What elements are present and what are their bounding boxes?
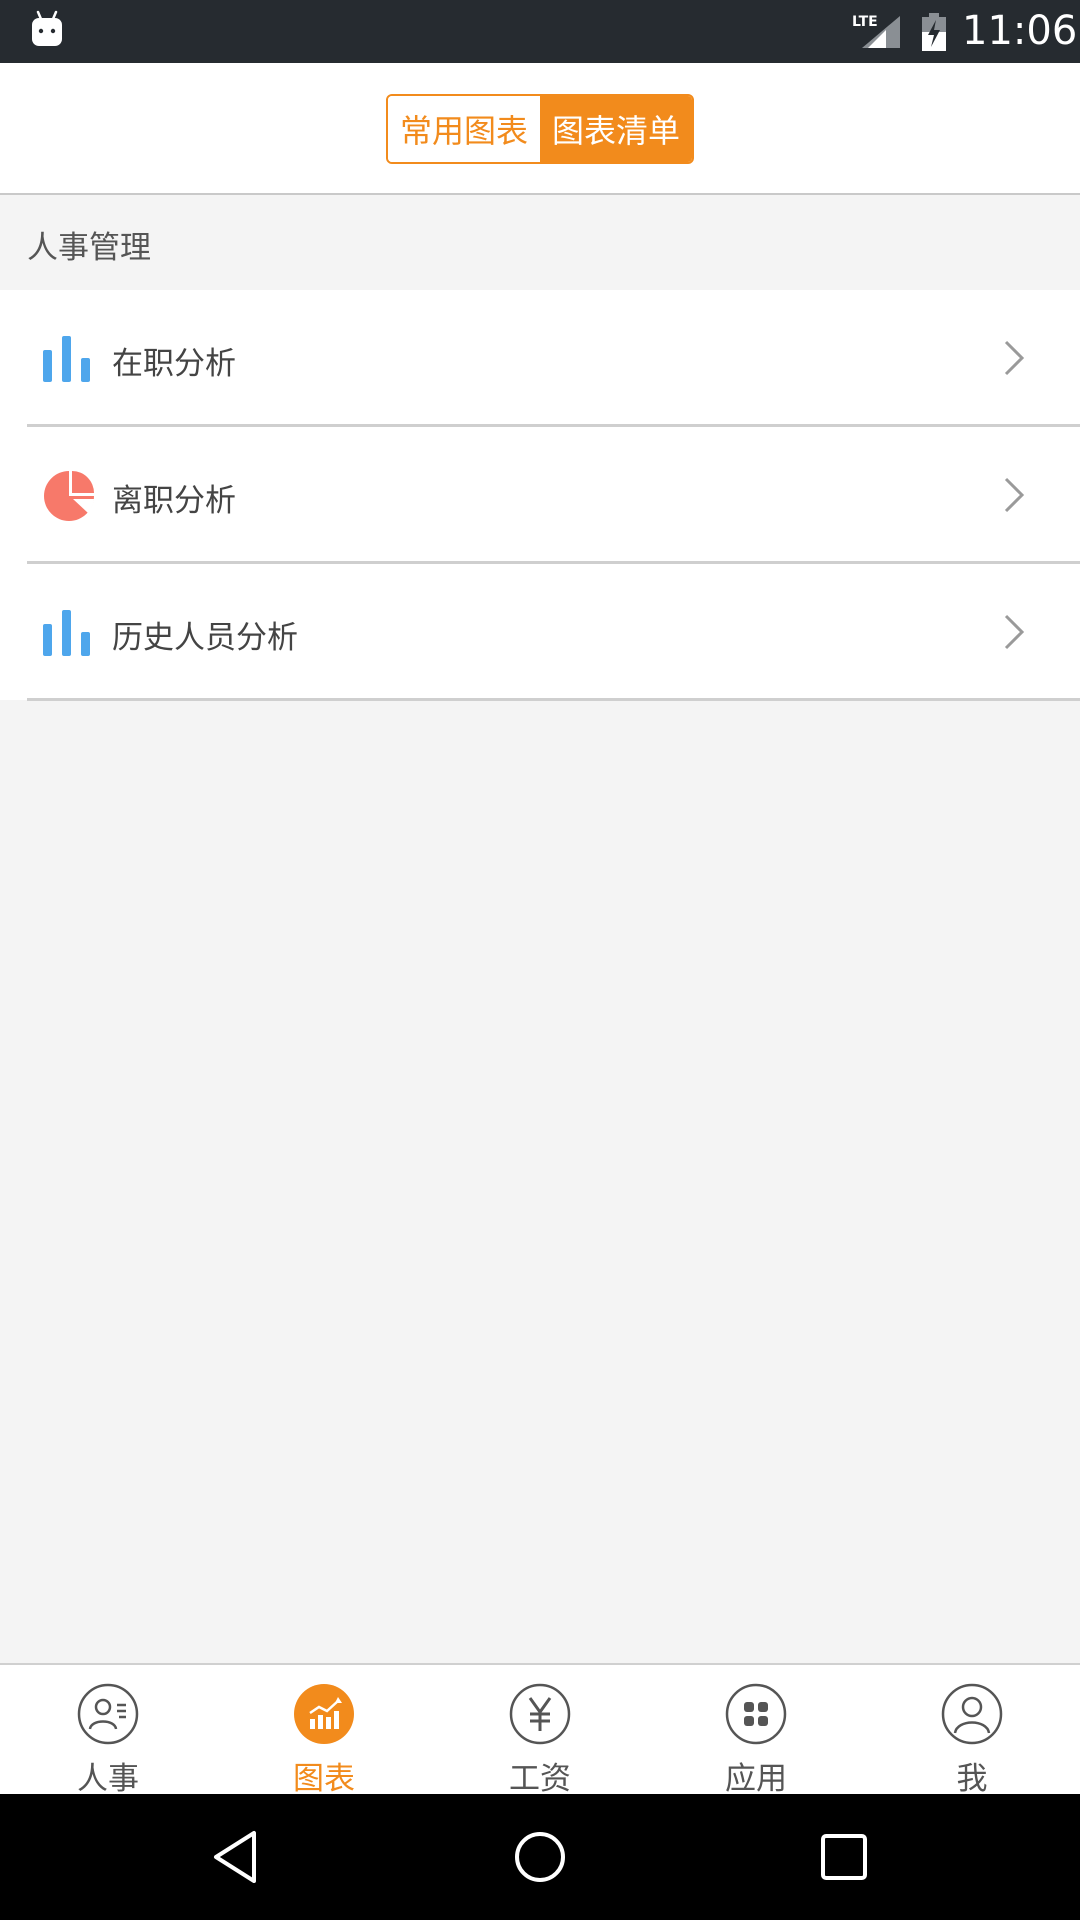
list-item-active-analysis[interactable]: 在职分析 xyxy=(0,290,1080,427)
nav-item-personnel[interactable]: 人事 xyxy=(0,1665,216,1797)
chevron-right-icon xyxy=(1004,477,1025,513)
status-clock: 11:06 xyxy=(962,8,1078,54)
nav-item-apps[interactable]: 应用 xyxy=(648,1665,864,1797)
battery-charging-icon xyxy=(922,13,946,51)
nav-label: 应用 xyxy=(725,1761,787,1797)
recents-icon[interactable] xyxy=(814,1827,874,1887)
nav-item-charts[interactable]: 图表 xyxy=(216,1665,432,1797)
nav-item-salary[interactable]: 工资 xyxy=(432,1665,648,1797)
section-title: 人事管理 xyxy=(27,230,151,266)
chart-icon xyxy=(294,1684,354,1744)
android-icon xyxy=(32,10,62,46)
pie-chart-icon xyxy=(44,471,94,521)
system-nav-bar xyxy=(0,1794,1080,1920)
tab-chart-list[interactable]: 图表清单 xyxy=(540,96,692,162)
list-item-label: 离职分析 xyxy=(112,483,236,519)
list-item-label: 历史人员分析 xyxy=(112,620,298,656)
chart-list: 在职分析 离职分析 历史人员分析 xyxy=(0,290,1080,701)
home-icon[interactable] xyxy=(510,1827,570,1887)
nav-label: 图表 xyxy=(293,1761,355,1797)
bottom-nav: 人事 图表 工资 应用 我 xyxy=(0,1663,1080,1797)
signal-icon: LTE xyxy=(852,14,900,48)
nav-label: 人事 xyxy=(77,1761,139,1797)
status-bar: LTE 11:06 xyxy=(0,0,1080,63)
profile-icon xyxy=(941,1683,1003,1745)
chevron-right-icon xyxy=(1004,614,1025,650)
list-item-turnover-analysis[interactable]: 离职分析 xyxy=(0,427,1080,564)
nav-item-me[interactable]: 我 xyxy=(864,1665,1080,1797)
apps-grid-icon xyxy=(725,1683,787,1745)
list-item-label: 在职分析 xyxy=(112,346,236,382)
list-item-history-analysis[interactable]: 历史人员分析 xyxy=(0,564,1080,701)
header: 常用图表 图表清单 xyxy=(0,63,1080,195)
yen-icon xyxy=(509,1683,571,1745)
bar-chart-icon xyxy=(43,336,90,382)
tab-common-charts[interactable]: 常用图表 xyxy=(388,96,540,162)
back-icon[interactable] xyxy=(206,1827,266,1887)
divider xyxy=(27,698,1080,701)
lte-label: LTE xyxy=(852,14,878,30)
chevron-right-icon xyxy=(1004,340,1025,376)
chart-view-segmented-control: 常用图表 图表清单 xyxy=(386,94,694,164)
bar-chart-icon xyxy=(43,610,90,656)
nav-label: 我 xyxy=(956,1761,988,1797)
person-card-icon xyxy=(77,1683,139,1745)
nav-label: 工资 xyxy=(509,1761,571,1797)
